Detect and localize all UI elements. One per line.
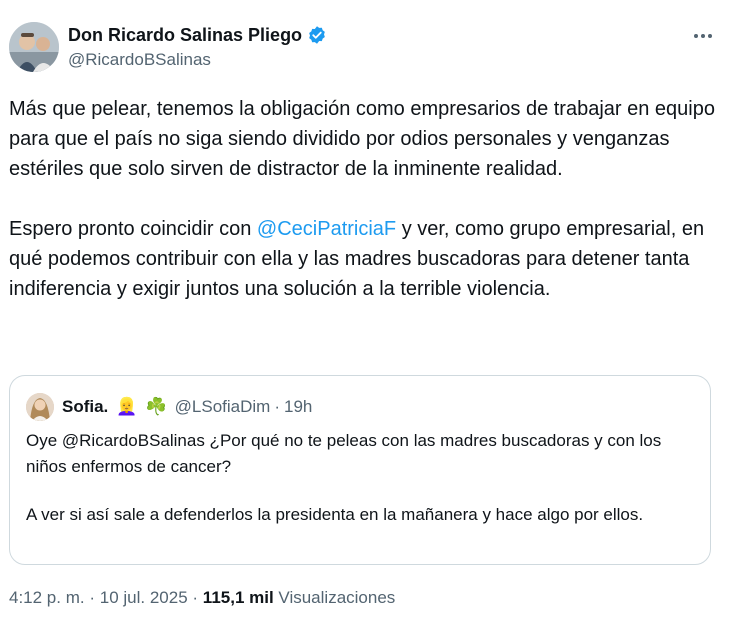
shamrock-emoji-icon: ☘️: [145, 397, 167, 416]
tweet-paragraph-2-start: Espero pronto coincidir con: [9, 218, 257, 240]
tweet-metadata: 4:12 p. m. · 10 jul. 2025 · 115,1 mil Vi…: [9, 588, 395, 608]
views-count: 115,1 mil: [202, 588, 274, 607]
blond-person-emoji-icon: 👱‍♀️: [116, 397, 138, 416]
quoted-header: Sofia. 👱‍♀️ ☘️ @LSofiaDim · 19h: [62, 393, 312, 421]
quoted-separator: ·: [274, 397, 280, 416]
tweet-text: Más que pelear, tenemos la obligación co…: [9, 94, 721, 304]
quoted-author-name[interactable]: Sofia.: [62, 397, 108, 417]
verified-badge-icon: [307, 25, 327, 45]
avatar-photo-icon: [9, 22, 59, 72]
meta-separator-1: ·: [89, 588, 96, 607]
mention-link[interactable]: @CeciPatriciaF: [257, 218, 396, 240]
quoted-paragraph-1: Oye @RicardoBSalinas ¿Por qué no te pele…: [26, 431, 662, 476]
quoted-avatar-photo-icon: [26, 393, 54, 421]
tweet: Don Ricardo Salinas Pliego @RicardoBSali…: [0, 0, 729, 620]
views-label: Visualizaciones: [278, 588, 396, 607]
tweet-time[interactable]: 4:12 p. m.: [9, 588, 85, 607]
quoted-paragraph-2: A ver si así sale a defenderlos la presi…: [26, 505, 644, 524]
quoted-timestamp[interactable]: 19h: [284, 397, 312, 417]
tweet-date[interactable]: 10 jul. 2025: [100, 588, 188, 607]
meta-separator-2: ·: [192, 588, 199, 607]
tweet-paragraph-1: Más que pelear, tenemos la obligación co…: [9, 98, 715, 180]
more-options-icon[interactable]: [690, 26, 716, 46]
author-avatar[interactable]: [9, 22, 59, 72]
quoted-author-handle[interactable]: @LSofiaDim: [175, 397, 271, 417]
author-name[interactable]: Don Ricardo Salinas Pliego: [68, 25, 302, 46]
quoted-text: Oye @RicardoBSalinas ¿Por qué no te pele…: [26, 428, 696, 528]
quoted-author-avatar[interactable]: [26, 393, 54, 421]
author-handle[interactable]: @RicardoBSalinas: [68, 50, 211, 70]
quoted-tweet[interactable]: Sofia. 👱‍♀️ ☘️ @LSofiaDim · 19h Oye @Ric…: [9, 375, 711, 565]
author-name-row[interactable]: Don Ricardo Salinas Pliego: [68, 22, 327, 48]
tweet-paragraph-2: Espero pronto coincidir con @CeciPatrici…: [9, 214, 721, 304]
